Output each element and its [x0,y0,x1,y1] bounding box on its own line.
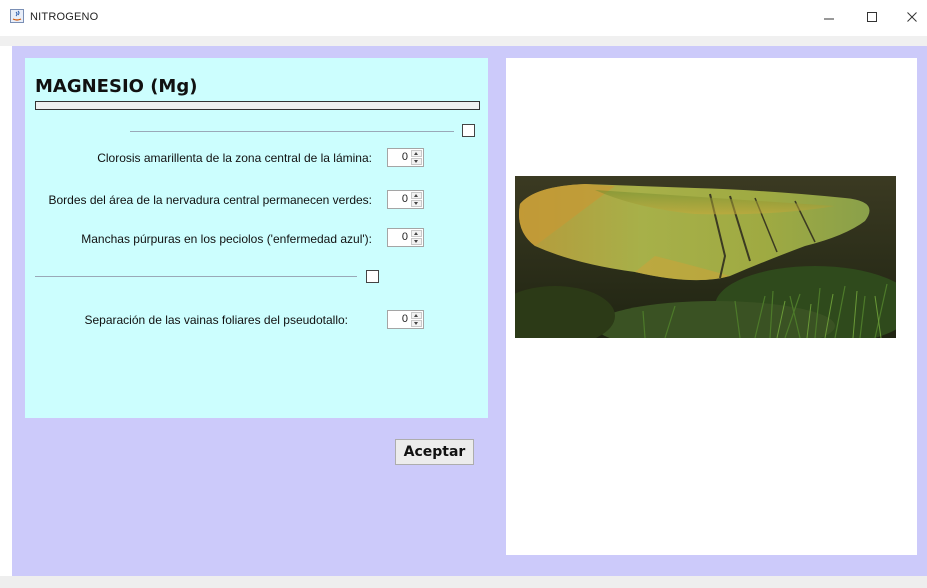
symptom-spinner-2[interactable]: 0 [387,190,424,209]
spinner-value: 0 [401,193,408,205]
spinner-value: 0 [401,151,408,163]
close-button[interactable] [897,6,927,28]
banana-leaf-photo [515,176,896,338]
spinner-value: 0 [401,313,408,325]
group-2-checkbox[interactable] [366,270,379,283]
accept-button[interactable]: Aceptar [395,439,474,465]
symptom-spinner-1[interactable]: 0 [387,148,424,167]
symptom-label-1: Clorosis amarillenta de la zona central … [97,151,372,165]
java-app-icon [10,9,24,23]
window-frame-bottom [0,576,927,588]
window-frame-top [0,36,927,46]
symptom-panel: MAGNESIO (Mg) Clorosis amarillenta de la… [25,58,488,418]
group-1-checkbox[interactable] [462,124,475,137]
separator-2 [35,276,357,277]
symptom-spinner-4[interactable]: 0 [387,310,424,329]
spinner-value: 0 [401,231,408,243]
separator-1 [130,131,454,132]
spinner-up-icon[interactable] [411,150,422,157]
spinner-up-icon[interactable] [411,312,422,319]
symptom-label-2: Bordes del área de la nervadura central … [48,193,372,207]
symptom-spinner-3[interactable]: 0 [387,228,424,247]
spinner-up-icon[interactable] [411,230,422,237]
spinner-down-icon[interactable] [411,320,422,327]
symptom-label-4: Separación de las vainas foliares del ps… [84,313,348,327]
minimize-button[interactable] [814,6,844,28]
spinner-down-icon[interactable] [411,238,422,245]
spinner-down-icon[interactable] [411,200,422,207]
symptom-label-3: Manchas púrpuras en los peciolos ('enfer… [81,232,372,246]
spinner-up-icon[interactable] [411,192,422,199]
image-panel [506,58,917,555]
title-bar: NITROGENO [0,0,927,36]
window-title: NITROGENO [30,11,99,23]
panel-title: MAGNESIO (Mg) [35,76,198,97]
progress-bar [35,101,480,110]
maximize-button[interactable] [857,6,887,28]
spinner-down-icon[interactable] [411,158,422,165]
